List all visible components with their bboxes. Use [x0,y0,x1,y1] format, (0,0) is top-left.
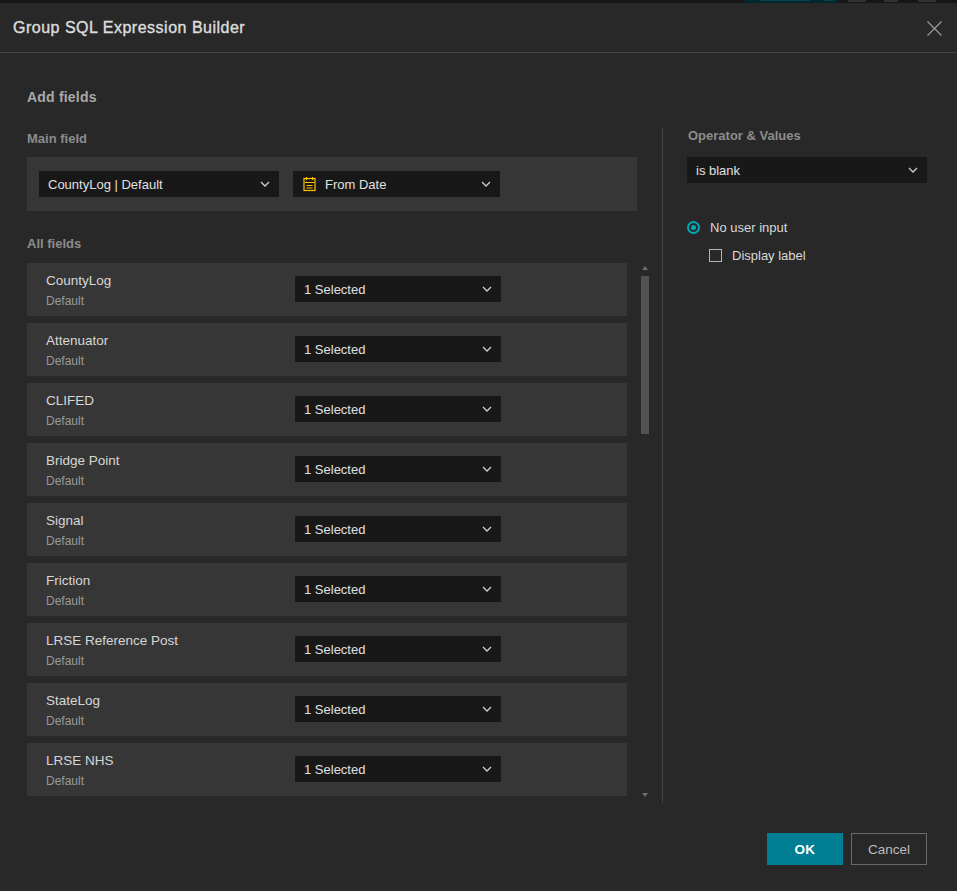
scrollbar-up-arrow[interactable] [642,266,648,270]
field-type: Default [46,594,84,608]
chevron-down-icon [482,586,492,592]
chevron-down-icon [260,181,270,187]
backdrop-mark [824,0,833,1]
all-fields-list: CountyLog Default 1 Selected Attenuator … [27,263,627,803]
chevron-down-icon [482,766,492,772]
main-field-row: CountyLog | Default From Date [27,157,637,211]
field-row: StateLog Default 1 Selected [27,683,627,736]
field-type: Default [46,414,84,428]
vertical-divider [662,128,663,803]
field-row: Signal Default 1 Selected [27,503,627,556]
field-row: Bridge Point Default 1 Selected [27,443,627,496]
field-name: LRSE NHS [46,753,114,768]
field-name: LRSE Reference Post [46,633,178,648]
field-selection-dropdown[interactable]: 1 Selected [295,456,501,482]
calendar-icon [302,176,317,192]
display-label-label: Display label [732,248,806,263]
field-type: Default [46,294,84,308]
chevron-down-icon [482,286,492,292]
field-row: LRSE Reference Post Default 1 Selected [27,623,627,676]
display-label-checkbox[interactable] [709,249,722,262]
field-name: Signal [46,513,84,528]
operator-dropdown[interactable]: is blank [687,157,927,183]
field-selection-dropdown[interactable]: 1 Selected [295,396,501,422]
operator-dropdown-value: is blank [696,163,740,178]
no-user-input-label: No user input [710,220,787,235]
field-selection-dropdown[interactable]: 1 Selected [295,276,501,302]
backdrop-mark [760,0,810,1]
field-name: Friction [46,573,90,588]
no-user-input-radio[interactable]: No user input [687,220,787,235]
chevron-down-icon [908,167,918,173]
main-layer-dropdown-value: CountyLog | Default [48,177,163,192]
dialog-title: Group SQL Expression Builder [13,19,245,37]
field-name: Bridge Point [46,453,120,468]
field-name: Attenuator [46,333,108,348]
operator-values-label: Operator & Values [688,128,801,143]
main-layer-dropdown[interactable]: CountyLog | Default [39,171,279,197]
field-name: CLIFED [46,393,94,408]
field-row: Attenuator Default 1 Selected [27,323,627,376]
field-type: Default [46,774,84,788]
main-field-dropdown[interactable]: From Date [293,171,500,197]
field-row: CLIFED Default 1 Selected [27,383,627,436]
chevron-down-icon [482,706,492,712]
radio-selected-icon [687,221,700,234]
backdrop-mark [848,0,866,2]
field-selection-dropdown[interactable]: 1 Selected [295,756,501,782]
field-selection-dropdown[interactable]: 1 Selected [295,696,501,722]
field-type: Default [46,354,84,368]
field-type: Default [46,534,84,548]
main-field-label: Main field [27,131,87,146]
field-name: StateLog [46,693,100,708]
chevron-down-icon [482,406,492,412]
chevron-down-icon [482,346,492,352]
ok-button[interactable]: OK [767,833,843,865]
chevron-down-icon [482,466,492,472]
field-selection-dropdown[interactable]: 1 Selected [295,576,501,602]
header-divider [0,52,957,53]
field-selection-dropdown[interactable]: 1 Selected [295,636,501,662]
scrollbar-thumb[interactable] [641,276,649,434]
field-row: LRSE NHS Default 1 Selected [27,743,627,796]
display-label-checkbox-row[interactable]: Display label [709,248,806,263]
all-fields-label: All fields [27,236,81,251]
chevron-down-icon [482,646,492,652]
main-field-dropdown-value: From Date [325,177,386,192]
field-name: CountyLog [46,273,111,288]
add-fields-heading: Add fields [27,89,97,105]
field-row: CountyLog Default 1 Selected [27,263,627,316]
field-selection-dropdown[interactable]: 1 Selected [295,516,501,542]
close-button[interactable] [923,17,945,39]
field-type: Default [46,474,84,488]
close-icon [926,20,943,37]
cancel-button[interactable]: Cancel [851,833,927,865]
backdrop-mark [918,0,936,2]
scrollbar-down-arrow[interactable] [642,793,648,797]
field-row: Friction Default 1 Selected [27,563,627,616]
backdrop-mark [884,0,898,2]
field-type: Default [46,654,84,668]
field-type: Default [46,714,84,728]
field-selection-dropdown[interactable]: 1 Selected [295,336,501,362]
group-sql-expression-builder-dialog: Group SQL Expression Builder Add fields … [0,0,957,891]
chevron-down-icon [482,526,492,532]
chevron-down-icon [481,181,491,187]
app-background-strip [0,0,957,3]
